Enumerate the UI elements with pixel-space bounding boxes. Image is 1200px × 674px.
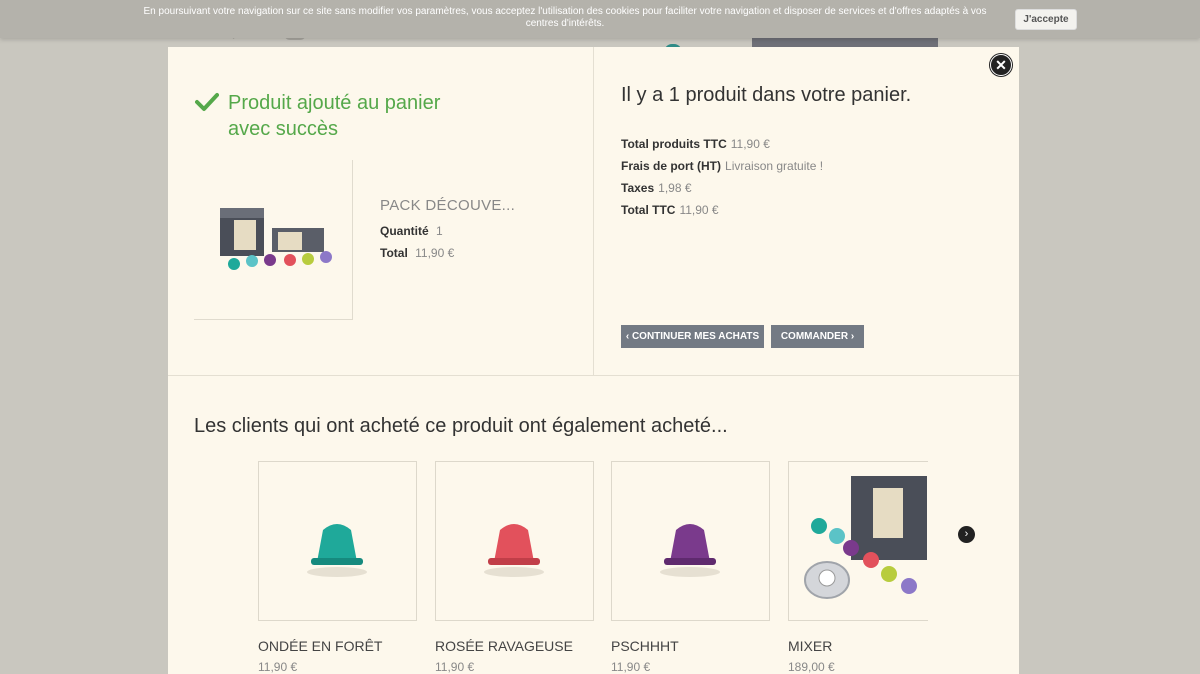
quantity-label: Quantité bbox=[380, 224, 429, 238]
product-name[interactable]: PACK DÉCOUVE... bbox=[380, 197, 515, 214]
cookie-text: En poursuivant votre navigation sur ce s… bbox=[143, 6, 987, 29]
row-value: 1,98 € bbox=[658, 181, 692, 195]
accept-cookies-button[interactable]: J'accepte bbox=[1015, 9, 1077, 30]
product-card-price: 189,00 € bbox=[788, 660, 835, 674]
product-card-name[interactable]: PSCHHHT bbox=[611, 638, 770, 654]
row-label: Frais de port (HT) bbox=[621, 159, 722, 173]
row-value: 11,90 € bbox=[730, 137, 770, 151]
product-image bbox=[194, 160, 353, 320]
cookie-banner: En poursuivant votre navigation sur ce s… bbox=[0, 0, 1200, 38]
cart-row-shipping: Frais de port (HT) Livraison gratuite ! bbox=[621, 159, 823, 173]
product-card[interactable]: ONDÉE EN FORÊT 11,90 € bbox=[258, 461, 417, 674]
check-icon bbox=[195, 93, 219, 111]
product-quantity: Quantité 1 bbox=[380, 224, 443, 238]
product-card-image[interactable] bbox=[435, 461, 594, 621]
product-card-image[interactable] bbox=[788, 461, 928, 621]
product-card-price: 11,90 € bbox=[435, 660, 475, 674]
product-card-name[interactable]: MIXER bbox=[788, 638, 928, 654]
product-card-image[interactable] bbox=[611, 461, 770, 621]
divider bbox=[168, 375, 1019, 376]
row-label: Total TTC bbox=[621, 203, 676, 217]
product-card-name[interactable]: ROSÉE RAVAGEUSE bbox=[435, 638, 594, 654]
chevron-right-icon: › bbox=[848, 331, 855, 342]
product-card[interactable]: PSCHHHT 11,90 € bbox=[611, 461, 770, 674]
product-card[interactable]: MIXER 189,00 € bbox=[788, 461, 928, 674]
row-label: Total produits TTC bbox=[621, 137, 727, 151]
also-bought-heading: Les clients qui ont acheté ce produit on… bbox=[194, 415, 728, 437]
order-button[interactable]: COMMANDER › bbox=[771, 325, 864, 348]
continue-shopping-button[interactable]: ‹ CONTINUER MES ACHATS bbox=[621, 325, 764, 348]
total-value: 11,90 € bbox=[415, 246, 455, 260]
product-card-price: 11,90 € bbox=[611, 660, 651, 674]
row-value: Livraison gratuite ! bbox=[725, 159, 824, 173]
product-card-image[interactable] bbox=[258, 461, 417, 621]
chevron-right-icon[interactable]: › bbox=[958, 526, 975, 543]
divider bbox=[593, 47, 594, 375]
total-label: Total bbox=[380, 246, 408, 260]
close-icon[interactable]: ✕ bbox=[990, 54, 1012, 76]
cart-row-taxes: Taxes 1,98 € bbox=[621, 181, 692, 195]
continue-label: CONTINUER MES ACHATS bbox=[631, 331, 760, 342]
cart-row-total: Total TTC 11,90 € bbox=[621, 203, 719, 217]
row-label: Taxes bbox=[621, 181, 655, 195]
product-card-name[interactable]: ONDÉE EN FORÊT bbox=[258, 638, 417, 654]
product-total: Total 11,90 € bbox=[380, 246, 454, 260]
product-pack-image bbox=[220, 208, 332, 270]
product-card-price: 11,90 € bbox=[258, 660, 298, 674]
row-value: 11,90 € bbox=[679, 203, 719, 217]
quantity-value: 1 bbox=[436, 224, 443, 238]
product-card[interactable]: ROSÉE RAVAGEUSE 11,90 € bbox=[435, 461, 594, 674]
order-label: COMMANDER bbox=[780, 331, 849, 342]
cart-row-products-total: Total produits TTC 11,90 € bbox=[621, 137, 770, 151]
cart-heading: Il y a 1 produit dans votre panier. bbox=[621, 84, 912, 106]
success-message: Produit ajouté au panier avec succès bbox=[228, 92, 441, 140]
